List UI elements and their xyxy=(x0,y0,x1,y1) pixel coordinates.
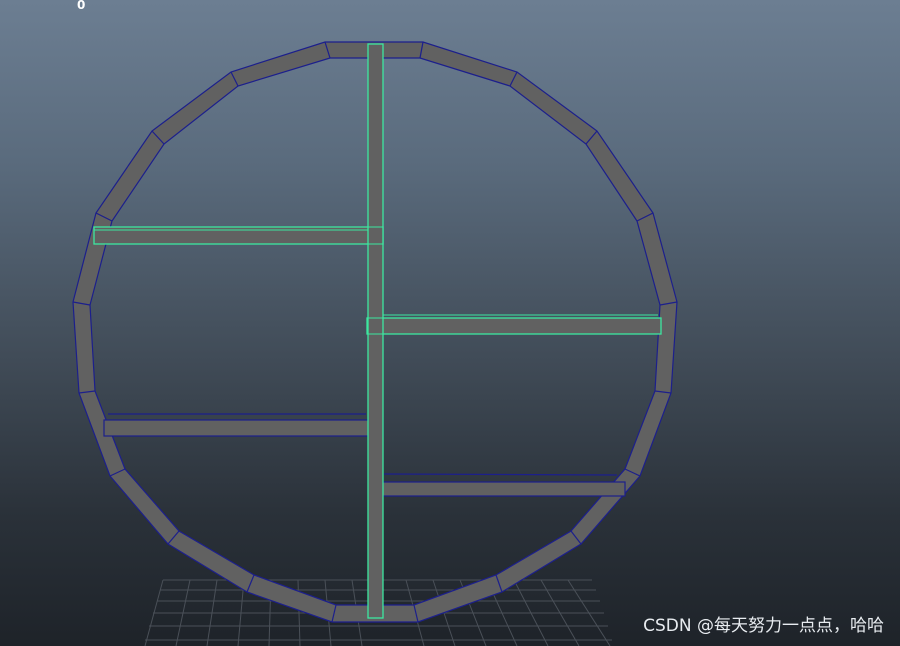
3d-viewport[interactable]: 0 CSDN @每天努力一点点，哈哈 xyxy=(0,0,900,646)
shelf-lower-left[interactable] xyxy=(103,413,384,437)
watermark: CSDN @每天努力一点点，哈哈 xyxy=(643,616,884,636)
shelf-lower-right[interactable] xyxy=(371,473,626,497)
shelf-middle-right[interactable] xyxy=(366,314,662,335)
shelf-upper-left[interactable] xyxy=(93,226,384,245)
vertical-post[interactable] xyxy=(367,43,384,619)
scene-canvas[interactable] xyxy=(0,0,900,646)
